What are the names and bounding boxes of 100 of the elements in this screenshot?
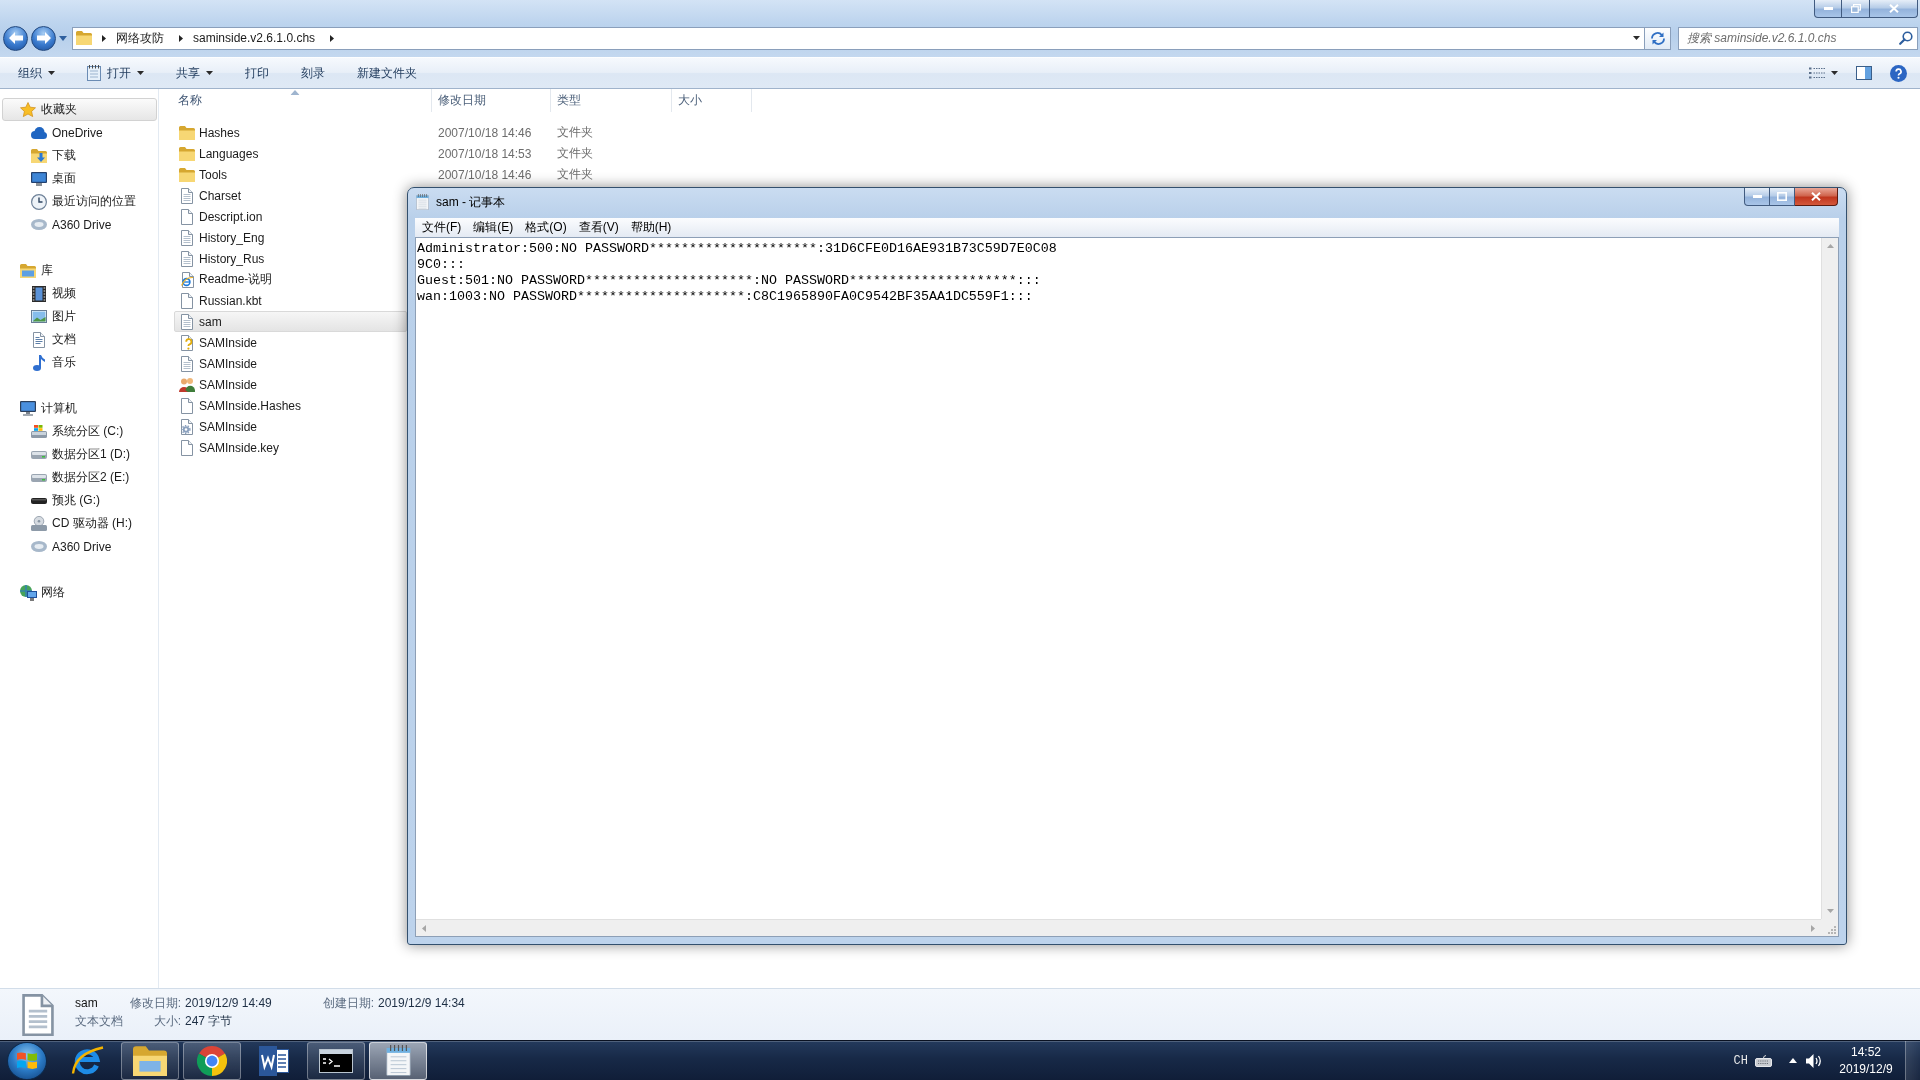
- nav-item[interactable]: 数据分区2 (E:): [2, 466, 157, 489]
- toolbar-button[interactable]: 打开: [79, 60, 152, 86]
- back-button[interactable]: [3, 25, 28, 51]
- notepad-icon: [416, 194, 429, 210]
- column-header[interactable]: 类型: [551, 89, 672, 112]
- refresh-button[interactable]: [1645, 26, 1671, 50]
- nav-item[interactable]: 系统分区 (C:): [2, 420, 157, 443]
- file-row[interactable]: Tools 2007/10/18 14:46 文件夹: [174, 164, 754, 185]
- file-row[interactable]: Hashes 2007/10/18 14:46 文件夹: [174, 122, 754, 143]
- show-desktop-button[interactable]: [1905, 1041, 1920, 1080]
- restore-button[interactable]: [1842, 0, 1870, 18]
- gear-file-icon: [181, 418, 193, 435]
- film-icon: [32, 285, 46, 302]
- file-row[interactable]: Languages 2007/10/18 14:53 文件夹: [174, 143, 754, 164]
- cd-drive-icon: [31, 516, 47, 531]
- column-header[interactable]: 修改日期: [432, 89, 551, 112]
- text-file-icon: [181, 229, 193, 246]
- nav-item[interactable]: OneDrive: [2, 121, 157, 144]
- file-name: Charset: [199, 188, 242, 203]
- nav-item[interactable]: 桌面: [2, 167, 157, 190]
- toolbar-button[interactable]: 新建文件夹: [349, 60, 425, 86]
- size-grip-icon: [1827, 925, 1836, 934]
- menu-item[interactable]: 格式(O): [519, 218, 573, 237]
- file-icon: [181, 439, 193, 456]
- toolbar-button[interactable]: 共享: [168, 60, 221, 86]
- file-name: Tools: [199, 167, 227, 182]
- taskbar-button[interactable]: [121, 1041, 179, 1080]
- field-value: 2019/12/9 14:34: [378, 994, 465, 1012]
- file-row[interactable]: Russian.kbt: [174, 290, 407, 311]
- computer-icon: [20, 401, 36, 416]
- text-line: 9C0:::: [417, 257, 465, 273]
- toolbar-button[interactable]: 打印: [237, 60, 277, 86]
- maximize-button[interactable]: [1770, 188, 1795, 206]
- menu-item[interactable]: 帮助(H): [624, 218, 678, 237]
- nav-item[interactable]: CD 驱动器 (H:): [2, 512, 157, 535]
- restore-icon: [1850, 4, 1861, 13]
- language-indicator[interactable]: CH: [1733, 1053, 1748, 1068]
- nav-item[interactable]: 收藏夹: [2, 98, 157, 121]
- taskbar-button[interactable]: [307, 1041, 365, 1080]
- nav-item[interactable]: 音乐: [2, 351, 157, 374]
- chevron-icon: [102, 34, 106, 42]
- document-icon: [33, 331, 45, 348]
- nav-item[interactable]: A360 Drive: [2, 213, 157, 236]
- minimize-button[interactable]: [1814, 0, 1842, 18]
- clock-time[interactable]: 14:52: [1851, 1043, 1881, 1061]
- minimize-button[interactable]: [1744, 188, 1770, 206]
- text-line: Administrator:500:NO PASSWORD*********************:31D6CFE0D16AE931B73C59D7E0C08: [417, 241, 1057, 257]
- file-row[interactable]: Descript.ion: [174, 206, 407, 227]
- file-row[interactable]: History_Rus: [174, 248, 407, 269]
- file-row[interactable]: Readme-说明: [174, 269, 407, 290]
- address-bar[interactable]: 网络攻防 saminside.v2.6.1.0.chs: [72, 26, 1645, 50]
- caret-icon: [1633, 36, 1640, 40]
- breadcrumb[interactable]: saminside.v2.6.1.0.chs: [188, 28, 321, 48]
- file-row[interactable]: SAMInside: [174, 374, 407, 395]
- search-input[interactable]: 搜索 saminside.v2.6.1.0.chs: [1687, 28, 1899, 48]
- column-header[interactable]: 名称: [159, 89, 432, 112]
- help-icon: [1890, 64, 1907, 82]
- file-type: 文本文档: [75, 1012, 124, 1030]
- nav-item[interactable]: 视频: [2, 282, 157, 305]
- folder-icon: [179, 125, 195, 140]
- menu-item[interactable]: 查看(V): [572, 218, 625, 237]
- file-row[interactable]: sam: [174, 311, 407, 332]
- modified-date: 2007/10/18 14:46: [438, 167, 532, 182]
- search-box[interactable]: 搜索 saminside.v2.6.1.0.chs: [1678, 26, 1918, 50]
- menu-item[interactable]: 文件(F): [416, 218, 468, 237]
- folder-icon: [179, 146, 195, 161]
- nav-item[interactable]: 文档: [2, 328, 157, 351]
- toolbar-button[interactable]: 刻录: [293, 60, 333, 86]
- clock-date[interactable]: 2019/12/9: [1839, 1060, 1893, 1078]
- file-icon: [181, 397, 193, 414]
- file-row[interactable]: SAMInside.Hashes: [174, 395, 407, 416]
- file-row[interactable]: Charset: [174, 185, 407, 206]
- start-button[interactable]: [7, 1041, 47, 1080]
- forward-button[interactable]: [31, 25, 56, 51]
- text-file-icon: [181, 355, 193, 372]
- column-header[interactable]: 大小: [672, 89, 752, 112]
- nav-item[interactable]: 数据分区1 (D:): [2, 443, 157, 466]
- nav-item[interactable]: 计算机: [2, 397, 157, 420]
- nav-item[interactable]: A360 Drive: [2, 535, 157, 558]
- caret-up-icon: [1826, 244, 1834, 248]
- file-row[interactable]: SAMInside: [174, 332, 407, 353]
- close-button[interactable]: [1795, 188, 1838, 206]
- nav-item[interactable]: 图片: [2, 305, 157, 328]
- breadcrumb[interactable]: 网络攻防: [111, 28, 169, 48]
- file-row[interactable]: SAMInside: [174, 416, 407, 437]
- nav-item[interactable]: 下载: [2, 144, 157, 167]
- nav-item[interactable]: 预兆 (G:): [2, 489, 157, 512]
- close-button[interactable]: [1870, 0, 1918, 18]
- nav-item[interactable]: 最近访问的位置: [2, 190, 157, 213]
- nav-item[interactable]: 网络: [2, 581, 157, 604]
- chevron-icon: [179, 34, 183, 42]
- file-name: History_Eng: [199, 230, 265, 245]
- refresh-icon: [1650, 31, 1665, 45]
- nav-item[interactable]: 库: [2, 259, 157, 282]
- menu-item[interactable]: 编辑(E): [467, 218, 520, 237]
- file-row[interactable]: SAMInside.key: [174, 437, 407, 458]
- toolbar-button[interactable]: 组织: [10, 60, 63, 86]
- taskbar-button[interactable]: [183, 1041, 241, 1080]
- file-row[interactable]: History_Eng: [174, 227, 407, 248]
- file-row[interactable]: SAMInside: [174, 353, 407, 374]
